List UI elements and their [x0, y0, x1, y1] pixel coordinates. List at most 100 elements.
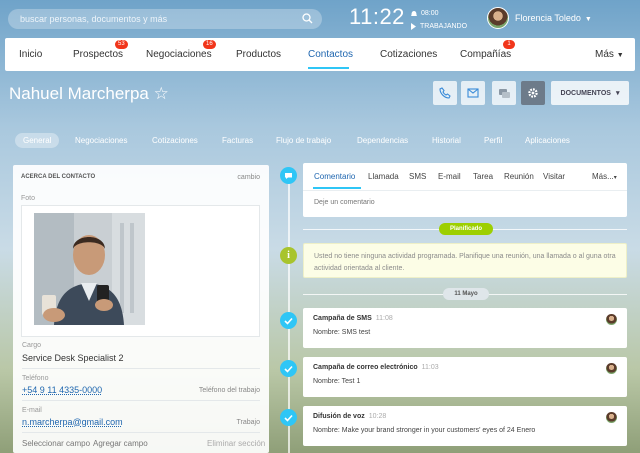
search-input[interactable]: buscar personas, documentos y más — [8, 9, 322, 29]
editor-tab-comentario[interactable]: Comentario — [314, 172, 355, 181]
editor-tab-tarea[interactable]: Tarea — [473, 172, 493, 181]
avatar — [606, 412, 617, 423]
workday-status[interactable]: 08:00 TRABAJANDO — [410, 7, 467, 33]
avatar — [606, 314, 617, 325]
check-icon — [280, 409, 297, 426]
editor-tab-email[interactable]: E-mail — [438, 172, 461, 181]
timeline-item-body: Nombre: Test 1 — [313, 378, 361, 385]
comment-input[interactable]: Deje un comentario — [314, 199, 375, 206]
change-link[interactable]: cambio — [237, 174, 260, 181]
top-bar: buscar personas, documentos y más 11:22 … — [0, 0, 640, 38]
chevron-down-icon: ▼ — [616, 52, 624, 59]
nav-badge-negociaciones: 16 — [203, 40, 216, 49]
email-link[interactable]: n.marcherpa@gmail.com — [22, 417, 123, 427]
nav-item-contactos[interactable]: Contactos — [308, 49, 353, 60]
nav-item-prospectos[interactable]: Prospectos — [73, 49, 123, 60]
remove-section-link[interactable]: Eliminar sección — [207, 439, 265, 448]
divider — [303, 190, 627, 191]
nav-item-companias[interactable]: Compañías — [460, 49, 511, 60]
editor-tab-mas[interactable]: Más...▾ — [592, 172, 617, 181]
nav-item-negociaciones[interactable]: Negociaciones — [146, 49, 212, 60]
nav-item-cotizaciones[interactable]: Cotizaciones — [380, 49, 437, 60]
editor-tab-llamada[interactable]: Llamada — [368, 172, 399, 181]
tab-aplicaciones[interactable]: Aplicaciones — [525, 136, 570, 145]
nav-item-productos[interactable]: Productos — [236, 49, 281, 60]
divider — [22, 368, 260, 369]
job-value[interactable]: Service Desk Specialist 2 — [22, 353, 124, 363]
add-field-link[interactable]: Agregar campo — [93, 439, 148, 448]
tab-facturas[interactable]: Facturas — [222, 136, 253, 145]
page-title: Nahuel Marcherpa ☆ — [9, 84, 169, 104]
timeline-item-title: Difusión de voz 10:28 — [313, 413, 386, 420]
chat-button[interactable] — [492, 81, 516, 105]
photo-field[interactable] — [21, 205, 260, 337]
item-time: 10:28 — [368, 413, 387, 420]
item-title-text: Campaña de correo electrónico — [313, 364, 418, 371]
tab-historial[interactable]: Historial — [432, 136, 461, 145]
phone-type: Teléfono del trabajo — [198, 387, 260, 394]
play-icon — [411, 23, 416, 30]
active-tab-indicator — [313, 187, 361, 189]
timeline-item[interactable]: Difusión de voz 10:28 Nombre: Make your b… — [303, 406, 627, 446]
item-time: 11:03 — [421, 364, 439, 371]
envelope-icon — [467, 88, 479, 98]
timeline-item-body: Nombre: SMS test — [313, 329, 371, 336]
date-label: 11 Mayo — [443, 288, 489, 300]
item-time: 11:08 — [375, 315, 393, 322]
email-button[interactable] — [461, 81, 485, 105]
gear-icon — [528, 88, 538, 98]
star-icon[interactable]: ☆ — [154, 84, 169, 103]
nav-item-inicio[interactable]: Inicio — [19, 49, 42, 60]
email-type: Trabajo — [236, 419, 260, 426]
editor-more-label: Más... — [592, 172, 614, 181]
user-name: Florencia Toledo — [515, 13, 581, 23]
timeline-item[interactable]: Campaña de correo electrónico 11:03 Nombr… — [303, 357, 627, 397]
tab-general[interactable]: General — [15, 133, 60, 148]
job-label: Cargo — [22, 342, 42, 349]
tab-perfil[interactable]: Perfil — [484, 136, 502, 145]
planned-text: Usted no tiene ninguna actividad program… — [314, 253, 616, 272]
documents-button[interactable]: DOCUMENTOS ▾ — [551, 81, 629, 105]
timeline-item[interactable]: Campaña de SMS 11:08 Nombre: SMS test — [303, 308, 627, 348]
documents-label: DOCUMENTOS — [560, 89, 611, 97]
panel-heading: ACERCA DEL CONTACTO — [21, 174, 96, 180]
contact-info-panel: ACERCA DEL CONTACTO cambio Foto Cargo Se… — [13, 165, 269, 453]
phone-link[interactable]: +54 9 11 4335-0000 — [22, 385, 102, 395]
user-avatar[interactable] — [487, 7, 509, 29]
contact-name: Nahuel Marcherpa — [9, 84, 149, 103]
tab-dependencias[interactable]: Dependencias — [357, 136, 408, 145]
tab-flujo-de-trabajo[interactable]: Flujo de trabajo — [276, 136, 331, 145]
chevron-down-icon: ▼ — [584, 16, 592, 23]
nav-badge-companias: 1 — [503, 40, 515, 49]
settings-button[interactable] — [521, 81, 545, 105]
chevron-down-icon: ▾ — [615, 90, 620, 97]
user-menu[interactable]: Florencia Toledo ▼ — [515, 13, 592, 23]
photo-label: Foto — [21, 195, 36, 202]
editor-tab-visitar[interactable]: Visitar — [543, 172, 565, 181]
nav-item-mas[interactable]: Más ▼ — [595, 49, 624, 60]
call-button[interactable] — [433, 81, 457, 105]
select-field-link[interactable]: Seleccionar campo — [22, 439, 90, 448]
editor-tab-sms[interactable]: SMS — [409, 172, 426, 181]
alarm-icon — [411, 10, 417, 16]
email-label: E-mail — [22, 407, 42, 414]
alarm-time: 08:00 — [421, 10, 439, 17]
phone-label: Teléfono — [22, 375, 49, 382]
tab-negociaciones[interactable]: Negociaciones — [75, 136, 127, 145]
nav-more-label: Más — [595, 49, 614, 60]
timeline-item-title: Campaña de SMS 11:08 — [313, 315, 393, 322]
tab-cotizaciones[interactable]: Cotizaciones — [152, 136, 198, 145]
timeline-item-title: Campaña de correo electrónico 11:03 — [313, 364, 439, 371]
clock[interactable]: 11:22 — [349, 4, 405, 30]
divider — [22, 400, 260, 401]
chat-icon — [498, 88, 510, 98]
chevron-down-icon: ▾ — [613, 175, 617, 181]
divider — [22, 432, 260, 433]
info-icon: i — [280, 247, 297, 264]
editor-tab-reunion[interactable]: Reunión — [504, 172, 534, 181]
search-icon[interactable] — [301, 12, 314, 25]
check-icon — [280, 312, 297, 329]
timeline-item-body: Nombre: Make your brand stronger in your… — [313, 427, 536, 434]
comment-icon — [280, 167, 297, 184]
active-nav-indicator — [308, 67, 349, 69]
